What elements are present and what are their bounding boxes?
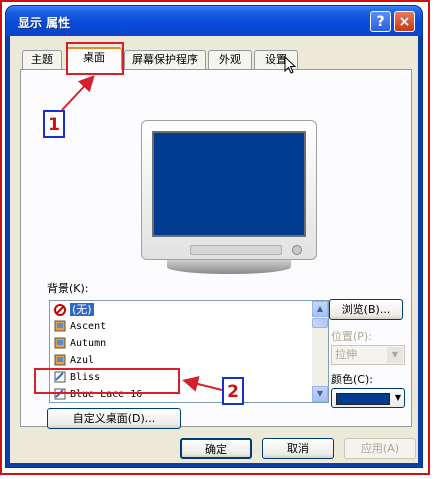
arrow-to-desktop-tab bbox=[61, 75, 95, 111]
mouse-cursor-icon bbox=[284, 56, 297, 74]
annotation-arrows bbox=[61, 75, 223, 392]
arrow-to-customize-button bbox=[182, 376, 223, 392]
